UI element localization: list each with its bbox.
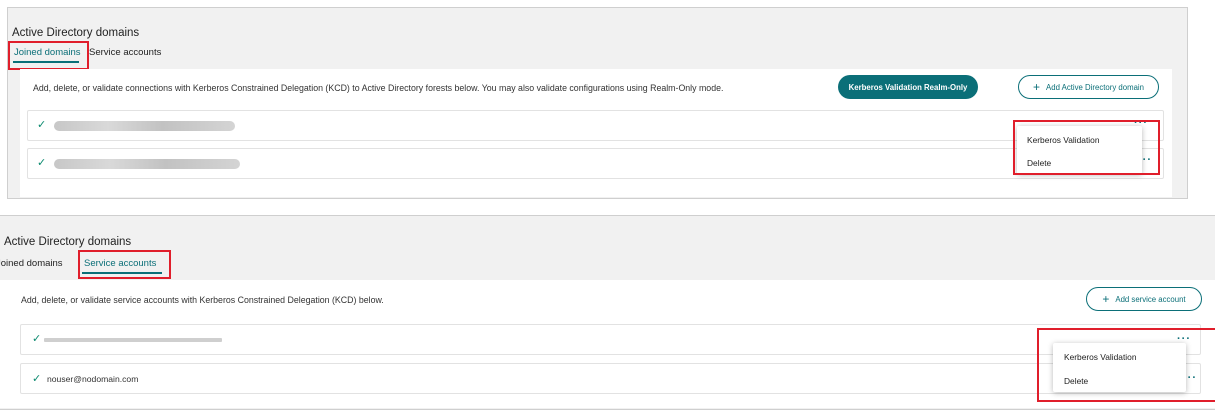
redacted-account-name bbox=[44, 338, 222, 342]
service-account-row[interactable] bbox=[20, 363, 1201, 394]
kerberos-validation-realm-only-button[interactable]: Kerberos Validation Realm-Only bbox=[838, 75, 978, 99]
service-account-name: nouser@nodomain.com bbox=[47, 374, 139, 384]
highlight-box-menu bbox=[1013, 120, 1160, 175]
tab-joined-domains[interactable]: Joined domains bbox=[0, 258, 63, 269]
check-icon: ✓ bbox=[32, 333, 42, 345]
add-active-directory-domain-button[interactable]: + Add Active Directory domain bbox=[1018, 75, 1159, 99]
highlight-box-service-tab bbox=[78, 250, 171, 279]
check-icon: ✓ bbox=[37, 157, 47, 169]
check-icon: ✓ bbox=[37, 119, 47, 131]
description-text: Add, delete, or validate connections wit… bbox=[33, 83, 724, 93]
description-text: Add, delete, or validate service account… bbox=[21, 295, 384, 305]
add-active-directory-domain-label: Add Active Directory domain bbox=[1046, 82, 1144, 92]
add-service-account-button[interactable]: + Add service account bbox=[1086, 287, 1202, 311]
highlight-box-menu bbox=[1037, 328, 1215, 402]
page-title: Active Directory domains bbox=[4, 236, 132, 248]
page-title: Active Directory domains bbox=[12, 27, 140, 39]
plus-icon: + bbox=[1102, 292, 1110, 306]
check-icon: ✓ bbox=[32, 373, 42, 385]
redacted-domain-name bbox=[54, 159, 240, 169]
highlight-box-joined-tab bbox=[8, 41, 89, 70]
redacted-domain-name bbox=[54, 121, 235, 131]
add-service-account-label: Add service account bbox=[1115, 294, 1186, 304]
plus-icon: + bbox=[1033, 80, 1041, 94]
tab-service-accounts[interactable]: Service accounts bbox=[89, 47, 161, 58]
